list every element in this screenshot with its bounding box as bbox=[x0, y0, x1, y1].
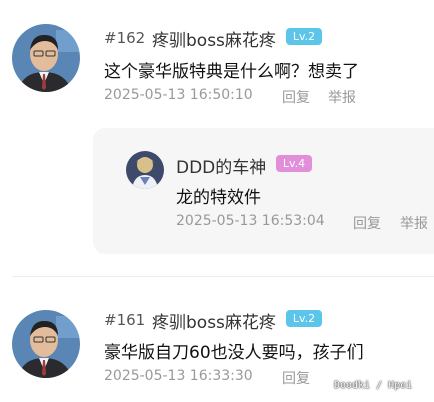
reply-avatar-image bbox=[126, 151, 164, 189]
avatar[interactable] bbox=[12, 310, 80, 378]
watermark: Doodki / Hpoi bbox=[334, 380, 413, 391]
username[interactable]: 疼驯boss麻花疼 bbox=[152, 308, 276, 333]
avatar-image bbox=[12, 310, 80, 378]
comment-timestamp: 2025-05-13 16:33:30 bbox=[104, 368, 253, 384]
comment-timestamp: 2025-05-13 16:50:10 bbox=[104, 87, 253, 103]
avatar-image bbox=[12, 24, 80, 92]
reply-username[interactable]: DDD的车神 bbox=[176, 153, 266, 178]
reply-container bbox=[93, 128, 434, 254]
reply-button[interactable]: 回复 bbox=[282, 87, 310, 107]
reply-content: 龙的特效件 bbox=[176, 188, 261, 208]
floor-number: #162 bbox=[104, 29, 146, 47]
comment-divider bbox=[12, 276, 434, 277]
reply-button[interactable]: 回复 bbox=[282, 368, 310, 388]
username[interactable]: 疼驯boss麻花疼 bbox=[152, 26, 276, 51]
reply-avatar[interactable] bbox=[126, 151, 164, 189]
reply-level-badge: Lv.4 bbox=[276, 155, 312, 172]
reply-timestamp: 2025-05-13 16:53:04 bbox=[176, 213, 325, 229]
reply-reply-button[interactable]: 回复 bbox=[353, 213, 381, 233]
floor-number: #161 bbox=[104, 311, 146, 329]
comment-content: 豪华版自刀60也没人要吗，孩子们 bbox=[104, 343, 364, 363]
avatar[interactable] bbox=[12, 24, 80, 92]
level-badge: Lv.2 bbox=[286, 28, 322, 45]
level-badge: Lv.2 bbox=[286, 310, 322, 327]
comment-content: 这个豪华版特典是什么啊？想卖了 bbox=[104, 62, 359, 82]
reply-report-button[interactable]: 举报 bbox=[400, 213, 428, 233]
report-button[interactable]: 举报 bbox=[328, 87, 356, 107]
